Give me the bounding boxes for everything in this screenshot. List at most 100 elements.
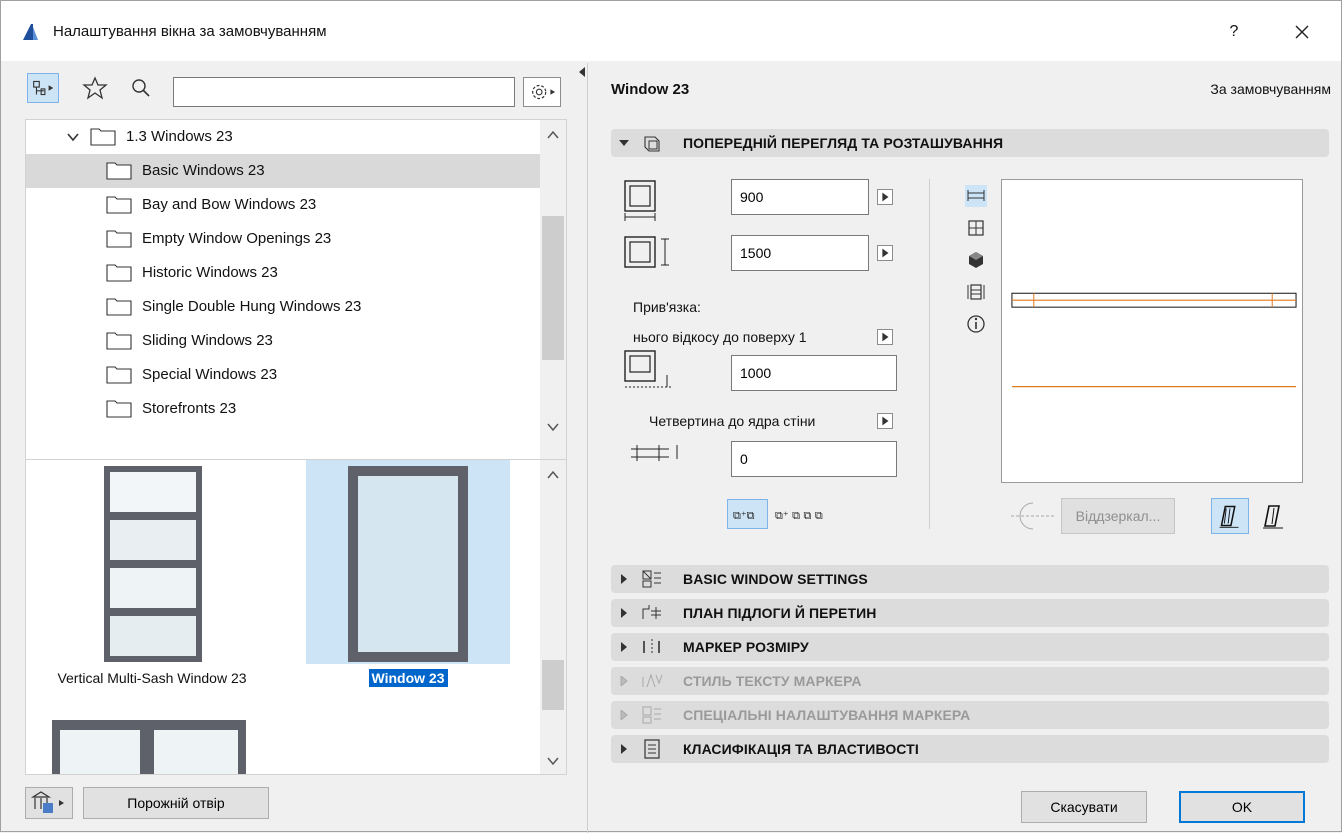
- archicad-logo-icon: [23, 24, 38, 40]
- tree-scrollbar[interactable]: [540, 120, 566, 498]
- thumbnail-vertical-multi-sash[interactable]: Vertical Multi-Sash Window 23: [26, 460, 286, 710]
- offset-field[interactable]: [731, 441, 897, 477]
- help-button[interactable]: ?: [1219, 17, 1249, 47]
- section-label: ПОПЕРЕДНІЙ ПЕРЕГЛЯД ТА РОЗТАШУВАННЯ: [683, 135, 1004, 151]
- tree-item-special-windows[interactable]: Special Windows 23: [26, 358, 542, 392]
- tree-item-label: Single Double Hung Windows 23: [142, 298, 362, 315]
- tree-item-label: Special Windows 23: [142, 366, 278, 383]
- search-input[interactable]: [173, 77, 515, 107]
- folder-icon: [106, 162, 132, 180]
- info-icon[interactable]: [965, 313, 987, 335]
- ok-button[interactable]: OK: [1179, 791, 1305, 823]
- height-field[interactable]: [731, 235, 869, 271]
- empty-opening-button[interactable]: Порожній отвір: [83, 787, 269, 819]
- width-field[interactable]: [731, 179, 869, 215]
- tree-item-label: Bay and Bow Windows 23: [142, 196, 317, 213]
- opening-direction-right-icon[interactable]: [1255, 498, 1293, 534]
- folder-icon: [106, 196, 132, 214]
- section-label: СПЕЦІАЛЬНІ НАЛАШТУВАННЯ МАРКЕРА: [683, 707, 971, 723]
- close-icon[interactable]: [1285, 15, 1319, 49]
- tree-item-sliding-windows[interactable]: Sliding Windows 23: [26, 324, 542, 358]
- collapse-arrow-icon[interactable]: [579, 67, 585, 77]
- width-arrow-icon[interactable]: [877, 189, 893, 205]
- section-label: BASIC WINDOW SETTINGS: [683, 571, 868, 587]
- tree-item-empty-openings[interactable]: Empty Window Openings 23: [26, 222, 542, 256]
- gear-icon[interactable]: [523, 77, 561, 107]
- preview-area: Прив'язка: нього відкосу до поверху 1 Че…: [611, 173, 1329, 555]
- tree-item-storefronts[interactable]: Storefronts 23: [26, 392, 542, 426]
- triangle-right-icon: [621, 574, 627, 584]
- search-icon[interactable]: [125, 73, 157, 103]
- scroll-thumb[interactable]: [542, 216, 564, 360]
- section-floor-plan[interactable]: ПЛАН ПІДЛОГИ Й ПЕРЕТИН: [611, 599, 1329, 627]
- thumbnail-grid: Vertical Multi-Sash Window 23 Window 23: [25, 459, 567, 775]
- wall-offset-icon: [631, 445, 678, 461]
- triangle-right-icon: [620, 710, 628, 720]
- scroll-down-icon[interactable]: [546, 756, 560, 766]
- panel-divider[interactable]: [587, 63, 588, 833]
- window-preview-image: [104, 466, 202, 662]
- window-preview-image: [348, 466, 468, 662]
- folder-icon: [106, 264, 132, 282]
- tree-item-label: Historic Windows 23: [142, 264, 278, 281]
- section-dimension-marker[interactable]: МАРКЕР РОЗМІРУ: [611, 633, 1329, 661]
- favorites-star-icon[interactable]: [79, 73, 111, 103]
- library-footer: Порожній отвір: [25, 785, 567, 823]
- front-view-icon[interactable]: [965, 217, 987, 239]
- dialog-footer: Скасувати OK: [591, 785, 1342, 829]
- scroll-thumb[interactable]: [542, 660, 564, 710]
- section-basic-window-settings[interactable]: BASIC WINDOW SETTINGS: [611, 565, 1329, 593]
- triangle-right-icon: [621, 744, 627, 754]
- sill-field[interactable]: [731, 355, 897, 391]
- thumbnail-window-23[interactable]: Window 23: [306, 460, 510, 687]
- library-toolbar: [25, 69, 567, 107]
- folder-icon: [106, 366, 132, 384]
- tree-item-bay-bow-windows[interactable]: Bay and Bow Windows 23: [26, 188, 542, 222]
- floor-plan-icon: [642, 605, 661, 619]
- preview-cube-icon: [644, 136, 660, 152]
- triangle-right-icon: [620, 676, 628, 686]
- library-tree-icon[interactable]: [27, 73, 59, 103]
- tree-item-windows-folder[interactable]: 1.3 Windows 23: [26, 120, 542, 154]
- anchor-option[interactable]: нього відкосу до поверху 1: [633, 329, 807, 345]
- library-manager-icon[interactable]: [25, 787, 73, 819]
- thumbnail-caption: Vertical Multi-Sash Window 23: [57, 670, 247, 686]
- tree-item-historic-windows[interactable]: Historic Windows 23: [26, 256, 542, 290]
- anchor-point-icons[interactable]: ⧉⁺⧉ ⧉⁺ ⧉ ⧉ ⧉: [727, 499, 877, 529]
- folder-icon: [106, 298, 132, 316]
- tree-item-label: Basic Windows 23: [142, 162, 265, 179]
- mirror-button[interactable]: Віддзеркал...: [1061, 498, 1175, 534]
- svg-text:⧉⁺ ⧉ ⧉ ⧉: ⧉⁺ ⧉ ⧉ ⧉: [775, 509, 823, 522]
- plan-preview-canvas[interactable]: [1001, 179, 1303, 483]
- folder-icon: [106, 332, 132, 350]
- scroll-up-icon[interactable]: [546, 130, 560, 140]
- settings-grid-icon: [642, 706, 661, 724]
- thumbnail-partial[interactable]: [50, 718, 250, 774]
- triangle-right-icon: [621, 642, 627, 652]
- tree-item-double-hung[interactable]: Single Double Hung Windows 23: [26, 290, 542, 324]
- opening-direction-left-icon[interactable]: [1211, 498, 1249, 534]
- scroll-down-icon[interactable]: [546, 422, 560, 432]
- dialog-window: Налаштування вікна за замовчуванням ? 1.…: [0, 0, 1342, 833]
- mirror-icon: [1011, 502, 1055, 530]
- section-classification-properties[interactable]: КЛАСИФІКАЦІЯ ТА ВЛАСТИВОСТІ: [611, 735, 1329, 763]
- 3d-view-icon[interactable]: [965, 249, 987, 271]
- chevron-down-icon[interactable]: [66, 130, 80, 144]
- settings-panel: Window 23 За замовчуванням ПОПЕРЕДНІЙ ПЕ…: [591, 63, 1342, 833]
- settings-grid-icon: [642, 570, 661, 588]
- section-preview-positioning[interactable]: ПОПЕРЕДНІЙ ПЕРЕГЛЯД ТА РОЗТАШУВАННЯ: [611, 129, 1329, 157]
- tree-item-label: Empty Window Openings 23: [142, 230, 332, 247]
- svg-text:⧉⁺⧉: ⧉⁺⧉: [733, 509, 755, 522]
- plan-view-icon[interactable]: [965, 185, 987, 207]
- anchor-arrow-icon[interactable]: [877, 329, 893, 345]
- library-tree: 1.3 Windows 23 Basic Windows 23 Bay and …: [25, 119, 567, 499]
- section-view-icon[interactable]: [965, 281, 987, 303]
- thumbnail-scrollbar[interactable]: [540, 460, 566, 774]
- scroll-up-icon[interactable]: [546, 470, 560, 480]
- height-arrow-icon[interactable]: [877, 245, 893, 261]
- reveal-arrow-icon[interactable]: [877, 413, 893, 429]
- tree-item-basic-windows[interactable]: Basic Windows 23: [26, 154, 542, 188]
- cancel-button[interactable]: Скасувати: [1021, 791, 1147, 823]
- triangle-down-icon: [619, 140, 629, 146]
- reveal-option[interactable]: Четвертина до ядра стіни: [649, 413, 815, 429]
